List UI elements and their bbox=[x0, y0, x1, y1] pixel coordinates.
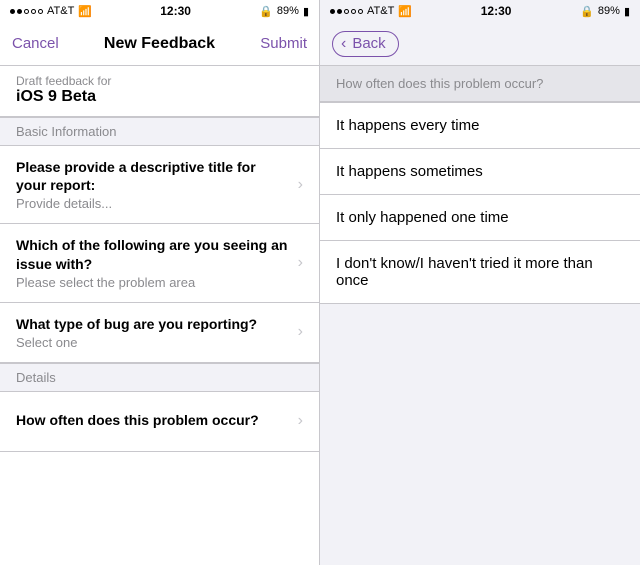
option-row-1[interactable]: It happens sometimes bbox=[320, 149, 640, 195]
left-panel: AT&T 📶 12:30 🔒 89% ▮ Cancel New Feedback… bbox=[0, 0, 320, 565]
form-row-title[interactable]: Please provide a descriptive title for y… bbox=[0, 146, 319, 224]
draft-sub-label: Draft feedback for bbox=[16, 74, 303, 88]
option-label-0: It happens every time bbox=[336, 117, 479, 134]
left-status-bar: AT&T 📶 12:30 🔒 89% ▮ bbox=[0, 0, 319, 22]
form-row-issue-placeholder: Please select the problem area bbox=[16, 275, 290, 290]
option-label-2: It only happened one time bbox=[336, 209, 509, 226]
right-time: 12:30 bbox=[481, 4, 512, 18]
form-row-bug-type-placeholder: Select one bbox=[16, 335, 290, 350]
form-row-bug-type[interactable]: What type of bug are you reporting? Sele… bbox=[0, 303, 319, 363]
form-row-title-placeholder: Provide details... bbox=[16, 196, 290, 211]
chevron-right-icon-4: › bbox=[298, 412, 303, 430]
form-row-issue[interactable]: Which of the following are you seeing an… bbox=[0, 224, 319, 302]
right-lock-icon: 🔒 bbox=[580, 5, 594, 18]
right-nav-bar: ‹ Back bbox=[320, 22, 640, 66]
left-time: 12:30 bbox=[160, 4, 191, 18]
frequency-options: It happens every time It happens sometim… bbox=[320, 102, 640, 304]
draft-title: iOS 9 Beta bbox=[16, 88, 303, 106]
form-row-title-content: Please provide a descriptive title for y… bbox=[16, 158, 290, 211]
left-status-left: AT&T 📶 bbox=[10, 5, 92, 18]
section-basic-info: Basic Information bbox=[0, 117, 319, 146]
right-carrier-label: AT&T bbox=[367, 5, 394, 17]
form-row-title-label: Please provide a descriptive title for y… bbox=[16, 158, 290, 194]
option-label-3: I don't know/I haven't tried it more tha… bbox=[336, 255, 624, 289]
form-row-issue-content: Which of the following are you seeing an… bbox=[16, 236, 290, 289]
battery-icon: ▮ bbox=[303, 5, 309, 18]
right-status-left: AT&T 📶 bbox=[330, 5, 412, 18]
left-status-right: 🔒 89% ▮ bbox=[259, 5, 309, 18]
wifi-icon: 📶 bbox=[78, 5, 92, 18]
draft-info: Draft feedback for iOS 9 Beta bbox=[0, 66, 319, 117]
page-title: New Feedback bbox=[104, 35, 215, 53]
signal-icon bbox=[10, 9, 43, 14]
form-row-issue-label: Which of the following are you seeing an… bbox=[16, 236, 290, 272]
form-row-frequency-label: How often does this problem occur? bbox=[16, 411, 290, 429]
option-row-0[interactable]: It happens every time bbox=[320, 103, 640, 149]
section-details: Details bbox=[0, 363, 319, 392]
right-status-right: 🔒 89% ▮ bbox=[580, 5, 630, 18]
right-panel: AT&T 📶 12:30 🔒 89% ▮ ‹ Back How often do… bbox=[320, 0, 640, 565]
left-nav-bar: Cancel New Feedback Submit bbox=[0, 22, 319, 66]
back-label: Back bbox=[352, 35, 385, 52]
battery-label: 89% bbox=[277, 5, 299, 17]
chevron-right-icon: › bbox=[298, 176, 303, 194]
back-chevron-icon: ‹ bbox=[341, 35, 346, 53]
form-row-frequency[interactable]: How often does this problem occur? › bbox=[0, 392, 319, 452]
form-row-frequency-content: How often does this problem occur? bbox=[16, 411, 290, 431]
option-row-3[interactable]: I don't know/I haven't tried it more tha… bbox=[320, 241, 640, 303]
submit-button[interactable]: Submit bbox=[260, 35, 307, 52]
right-wifi-icon: 📶 bbox=[398, 5, 412, 18]
option-label-1: It happens sometimes bbox=[336, 163, 483, 180]
carrier-label: AT&T bbox=[47, 5, 74, 17]
option-row-2[interactable]: It only happened one time bbox=[320, 195, 640, 241]
cancel-button[interactable]: Cancel bbox=[12, 35, 59, 52]
lock-icon: 🔒 bbox=[259, 5, 273, 18]
right-signal-icon bbox=[330, 9, 363, 14]
chevron-right-icon-3: › bbox=[298, 323, 303, 341]
form-row-bug-type-label: What type of bug are you reporting? bbox=[16, 315, 290, 333]
right-status-bar: AT&T 📶 12:30 🔒 89% ▮ bbox=[320, 0, 640, 22]
right-battery-icon: ▮ bbox=[624, 5, 630, 18]
form-row-bug-type-content: What type of bug are you reporting? Sele… bbox=[16, 315, 290, 350]
back-button[interactable]: ‹ Back bbox=[332, 31, 399, 57]
right-battery-label: 89% bbox=[598, 5, 620, 17]
chevron-right-icon-2: › bbox=[298, 254, 303, 272]
frequency-question-header: How often does this problem occur? bbox=[320, 66, 640, 102]
